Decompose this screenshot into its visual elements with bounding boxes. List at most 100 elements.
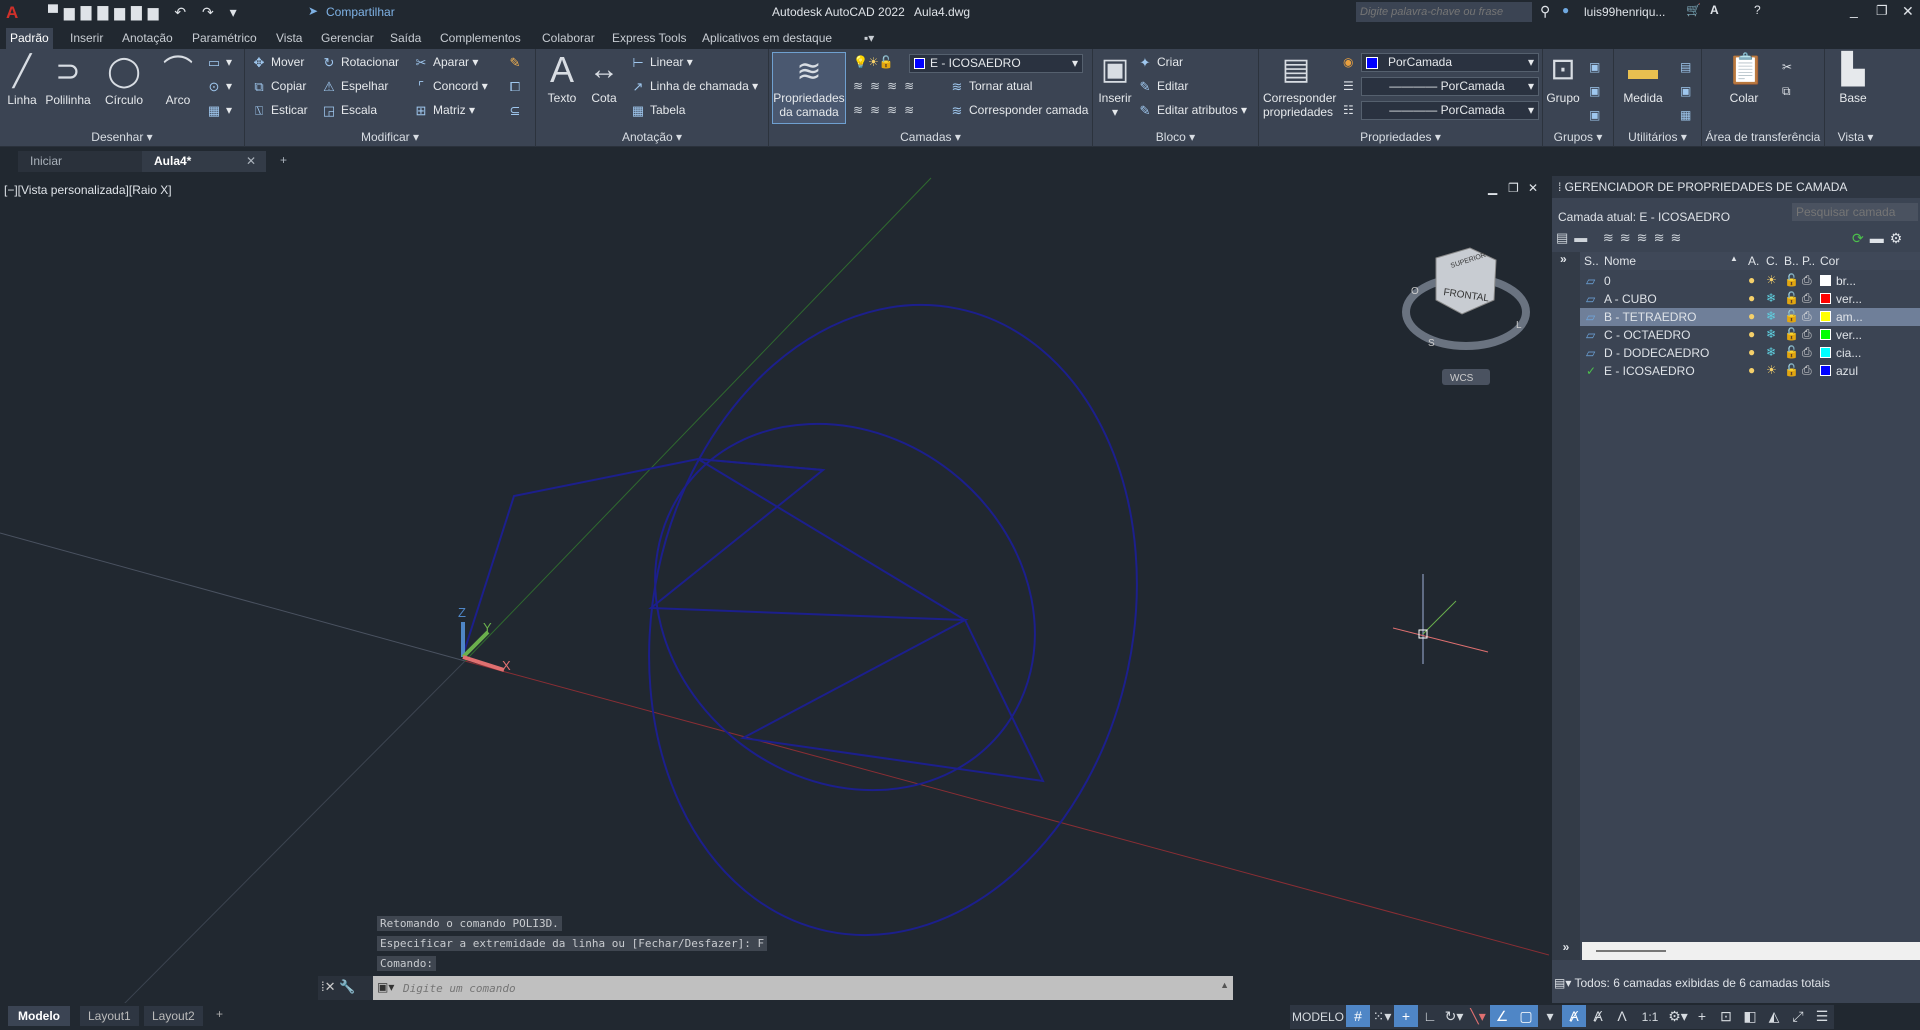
esticar-button[interactable]: ⍂ Esticar <box>251 103 308 118</box>
panel-label-bloco[interactable]: Bloco ▾ <box>1093 130 1258 144</box>
ellipse-button[interactable]: ⊙ ▾ <box>206 79 232 94</box>
col-color[interactable]: Cor <box>1820 254 1839 268</box>
layer-on-icon[interactable]: ● <box>1748 345 1755 359</box>
grupo-button[interactable]: ⊡ Grupo <box>1545 53 1581 105</box>
col-lock[interactable]: B.. <box>1784 254 1799 268</box>
command-input-bar[interactable]: ▣▾ ▲ <box>373 976 1233 1000</box>
collapse-icon[interactable]: » <box>1552 940 1580 960</box>
command-customize-icon[interactable]: 🔧 <box>339 979 355 994</box>
command-close-icon[interactable]: ⁞✕ <box>321 979 336 994</box>
close-button[interactable]: ✕ <box>1902 3 1914 20</box>
plot-printer-icon[interactable]: ⎙ <box>1802 273 1812 288</box>
layer-color-swatch[interactable] <box>1820 293 1831 304</box>
tab-modelo[interactable]: Modelo <box>8 1006 70 1026</box>
layer-row[interactable]: ▱ D - DODECAEDRO ● ❄ 🔓 ⎙ cia... <box>1580 344 1920 362</box>
rectangle-button[interactable]: ▭ ▾ <box>206 55 232 70</box>
layer-color-swatch[interactable] <box>1820 347 1831 358</box>
hatch-button[interactable]: ▦ ▾ <box>206 103 232 118</box>
quick-access-toolbar-icons[interactable]: ▀▆▇▇▆▇▆ ↶ ↷ ▾ <box>48 4 243 21</box>
layer-on-icon[interactable]: ● <box>1748 273 1755 287</box>
autodesk-a360-icon[interactable]: A <box>1710 3 1719 17</box>
autocad-logo-icon[interactable]: A <box>6 3 18 23</box>
isodraft-icon[interactable]: ╲▾ <box>1466 1005 1490 1027</box>
layer-tool-icons-2[interactable]: ≋≋≋≋ <box>853 103 921 117</box>
annotation-scale-dropdown[interactable]: 1:1 <box>1634 1006 1666 1028</box>
palette-title[interactable]: ⁞ GERENCIADOR DE PROPRIEDADES DE CAMADA <box>1552 176 1920 198</box>
unlock-icon[interactable]: 🔓 <box>1784 363 1799 377</box>
layer-row[interactable]: ▱ A - CUBO ● ❄ 🔓 ⎙ ver... <box>1580 290 1920 308</box>
col-nome[interactable]: Nome <box>1604 254 1636 268</box>
layer-filter-tree[interactable]: » <box>1552 252 1580 952</box>
plot-printer-icon[interactable]: ⎙ <box>1802 309 1812 324</box>
plot-printer-icon[interactable]: ⎙ <box>1802 327 1812 342</box>
layer-tool-icons[interactable]: ≋≋≋≋ <box>853 79 921 93</box>
command-prompt-icon[interactable]: ▣▾ <box>377 980 394 994</box>
layer-color-swatch[interactable] <box>1820 365 1831 376</box>
tornar-atual-button[interactable]: ≋ Tornar atual <box>949 79 1033 94</box>
editar-button[interactable]: ✎ Editar <box>1137 79 1189 94</box>
command-input[interactable] <box>403 978 1203 998</box>
fullscreen-icon[interactable]: ⤢ <box>1786 1005 1810 1027</box>
medida-button[interactable]: ▬ Medida <box>1618 53 1668 105</box>
panel-label-propriedades[interactable]: Propriedades ▾ <box>1259 130 1542 144</box>
unlock-icon[interactable]: 🔓 <box>1784 345 1799 359</box>
tab-padrao[interactable]: Padrão <box>6 28 53 49</box>
polilinha-button[interactable]: ⊃ Polilinha <box>42 55 94 107</box>
corresponder-propriedades-button[interactable]: ▤ Corresponder propriedades <box>1263 53 1336 119</box>
layer-state-icons[interactable]: 💡☀🔓 <box>853 55 894 69</box>
user-account-button[interactable]: luis99henriqu... <box>1584 5 1665 19</box>
tab-colaborar[interactable]: Colaborar <box>538 30 599 46</box>
tab-anotacao[interactable]: Anotação <box>118 30 177 46</box>
tab-parametrico[interactable]: Paramétrico <box>188 30 261 46</box>
annotation-scale-icon[interactable]: Ʌ <box>1610 1005 1634 1027</box>
panel-label-anotacao[interactable]: Anotação ▾ <box>536 130 768 144</box>
close-tab-icon[interactable]: ✕ <box>246 154 256 168</box>
minimize-button[interactable]: _ <box>1850 2 1858 18</box>
utility-tool-icons[interactable]: ▤ ▣ ▦ <box>1680 55 1691 127</box>
panel-label-area[interactable]: Área de transferência <box>1702 130 1824 144</box>
layer-on-icon[interactable]: ● <box>1748 309 1755 323</box>
corresponder-camada-button[interactable]: ≋ Corresponder camada <box>949 103 1089 118</box>
help-icon[interactable]: ? <box>1754 3 1761 17</box>
criar-button[interactable]: ✦ Criar <box>1137 55 1183 70</box>
tab-complementos[interactable]: Complementos <box>436 30 525 46</box>
quick-properties-icon[interactable]: ◧ <box>1738 1005 1762 1027</box>
command-history-toggle[interactable]: ▲ <box>1220 980 1229 990</box>
drawing-viewport[interactable]: [−][Vista personalizada][Raio X] ▁ ❐ ✕ Z… <box>0 176 1549 1006</box>
polar-tracking-icon[interactable]: ↻▾ <box>1442 1005 1466 1027</box>
layer-row[interactable]: ✓ E - ICOSAEDRO ● ☀ 🔓 ⎙ azul <box>1580 362 1920 380</box>
freeze-snowflake-icon[interactable]: ❄ <box>1766 327 1776 341</box>
layer-row[interactable]: ▱ C - OCTAEDRO ● ❄ 🔓 ⎙ ver... <box>1580 326 1920 344</box>
search-icon[interactable]: ⚲ <box>1540 3 1550 20</box>
layer-on-icon[interactable]: ● <box>1748 363 1755 377</box>
unlock-icon[interactable]: 🔓 <box>1784 273 1799 287</box>
plot-printer-icon[interactable]: ⎙ <box>1802 363 1812 378</box>
colar-button[interactable]: 📋 Colar <box>1722 53 1766 105</box>
thaw-sun-icon[interactable]: ☀ <box>1766 363 1777 377</box>
concord-button[interactable]: ⌜ Concord ▾ <box>413 79 488 94</box>
grid-icon[interactable]: # <box>1346 1005 1370 1027</box>
linetype-dropdown[interactable]: ———— PorCamada ▾ <box>1361 77 1539 96</box>
share-button[interactable]: Compartilhar <box>326 5 395 19</box>
espelhar-button[interactable]: ⚠ Espelhar <box>321 79 388 94</box>
layer-toolbar-icons[interactable]: ▤▬ ≋≋≋≋≋ <box>1556 230 1687 246</box>
annotation-visibility-icon[interactable]: Ⱥ <box>1562 1005 1586 1027</box>
layer-row[interactable]: ▱ B - TETRAEDRO ● ❄ 🔓 ⎙ am... <box>1580 308 1920 326</box>
panel-label-desenhar[interactable]: Desenhar ▾ <box>0 130 244 144</box>
arco-button[interactable]: ⌒ Arco <box>158 55 198 107</box>
freeze-snowflake-icon[interactable]: ❄ <box>1766 291 1776 305</box>
editar-atributos-button[interactable]: ✎ Editar atributos ▾ <box>1137 103 1248 118</box>
color-dropdown[interactable]: PorCamada ▾ <box>1361 53 1539 72</box>
aparar-button[interactable]: ✂ Aparar ▾ <box>413 55 479 70</box>
copiar-button[interactable]: ⧉ Copiar <box>251 79 306 94</box>
col-plot[interactable]: P.. <box>1802 254 1815 268</box>
tab-layout2[interactable]: Layout2 <box>144 1006 203 1026</box>
layer-on-icon[interactable]: ● <box>1748 327 1755 341</box>
panel-label-utilitarios[interactable]: Utilitários ▾ <box>1614 130 1701 144</box>
panel-label-grupos[interactable]: Grupos ▾ <box>1543 130 1613 144</box>
erase-icon[interactable]: ✎ <box>507 55 527 70</box>
matriz-button[interactable]: ⊞ Matriz ▾ <box>413 103 475 118</box>
inserir-button[interactable]: ▣ Inserir ▾ <box>1097 53 1133 119</box>
layer-row[interactable]: ▱ 0 ● ☀ 🔓 ⎙ br... <box>1580 272 1920 290</box>
tabela-button[interactable]: ▦ Tabela <box>630 103 686 118</box>
